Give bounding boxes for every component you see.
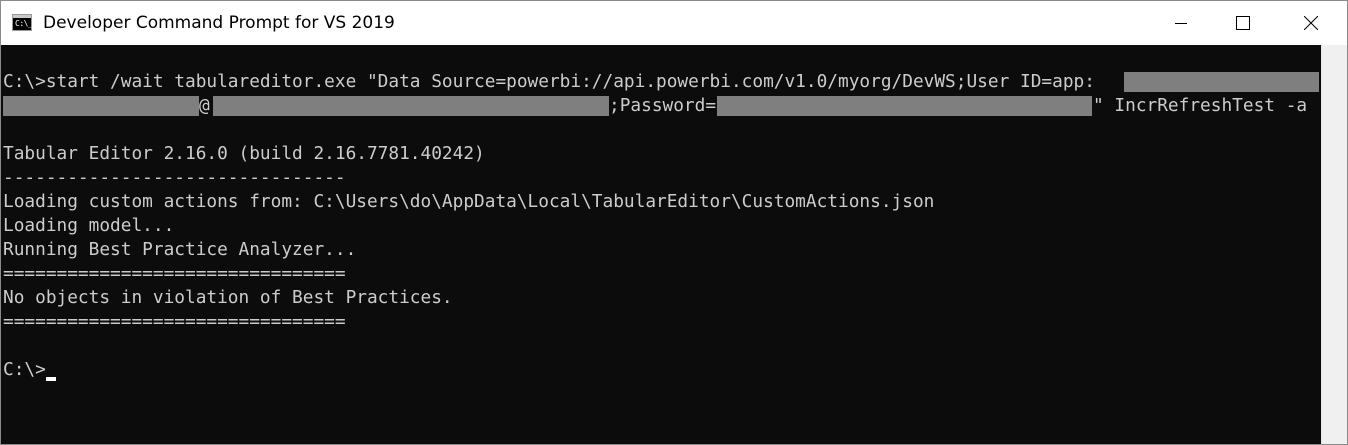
window-title: Developer Command Prompt for VS 2019 — [43, 13, 395, 33]
minimize-button[interactable] — [1153, 1, 1209, 45]
redacted-app-id-cont — [3, 96, 199, 116]
separator-dashes: -------------------------------- — [3, 167, 346, 188]
running-bpa-line: Running Best Practice Analyzer... — [3, 239, 357, 260]
maximize-icon — [1236, 16, 1250, 30]
command-line-2-end: " IncrRefreshTest -a — [1093, 95, 1308, 116]
maximize-button[interactable] — [1215, 1, 1271, 45]
console-icon-glyph: C:\_ — [15, 19, 33, 28]
loading-model-line: Loading model... — [3, 215, 175, 236]
text-cursor — [46, 377, 56, 381]
separator-equals-1: ================================ — [3, 263, 346, 284]
vertical-scrollbar[interactable] — [1321, 45, 1347, 444]
console-output[interactable]: C:\>start /wait tabulareditor.exe "Data … — [1, 45, 1321, 444]
redacted-password — [717, 96, 1092, 116]
separator-equals-2: ================================ — [3, 311, 346, 332]
command-prompt-window: C:\_ Developer Command Prompt for VS 201… — [0, 0, 1348, 445]
command-at-sign: @ — [199, 95, 210, 116]
redacted-tenant — [213, 96, 609, 116]
command-password-label: ;Password= — [609, 95, 717, 116]
close-button[interactable] — [1283, 1, 1339, 45]
console-icon[interactable]: C:\_ — [12, 14, 33, 31]
command-line-1: C:\>start /wait tabulareditor.exe "Data … — [3, 71, 1095, 92]
loading-actions-line: Loading custom actions from: C:\Users\do… — [3, 191, 935, 212]
title-bar[interactable]: C:\_ Developer Command Prompt for VS 201… — [1, 1, 1347, 45]
redacted-app-id — [1124, 72, 1319, 92]
version-line: Tabular Editor 2.16.0 (build 2.16.7781.4… — [3, 143, 485, 164]
minimize-icon — [1175, 23, 1187, 24]
console-icon-bar — [13, 15, 31, 18]
close-icon — [1304, 16, 1318, 30]
prompt-line: C:\> — [3, 359, 46, 380]
no-violations-line: No objects in violation of Best Practice… — [3, 287, 453, 308]
